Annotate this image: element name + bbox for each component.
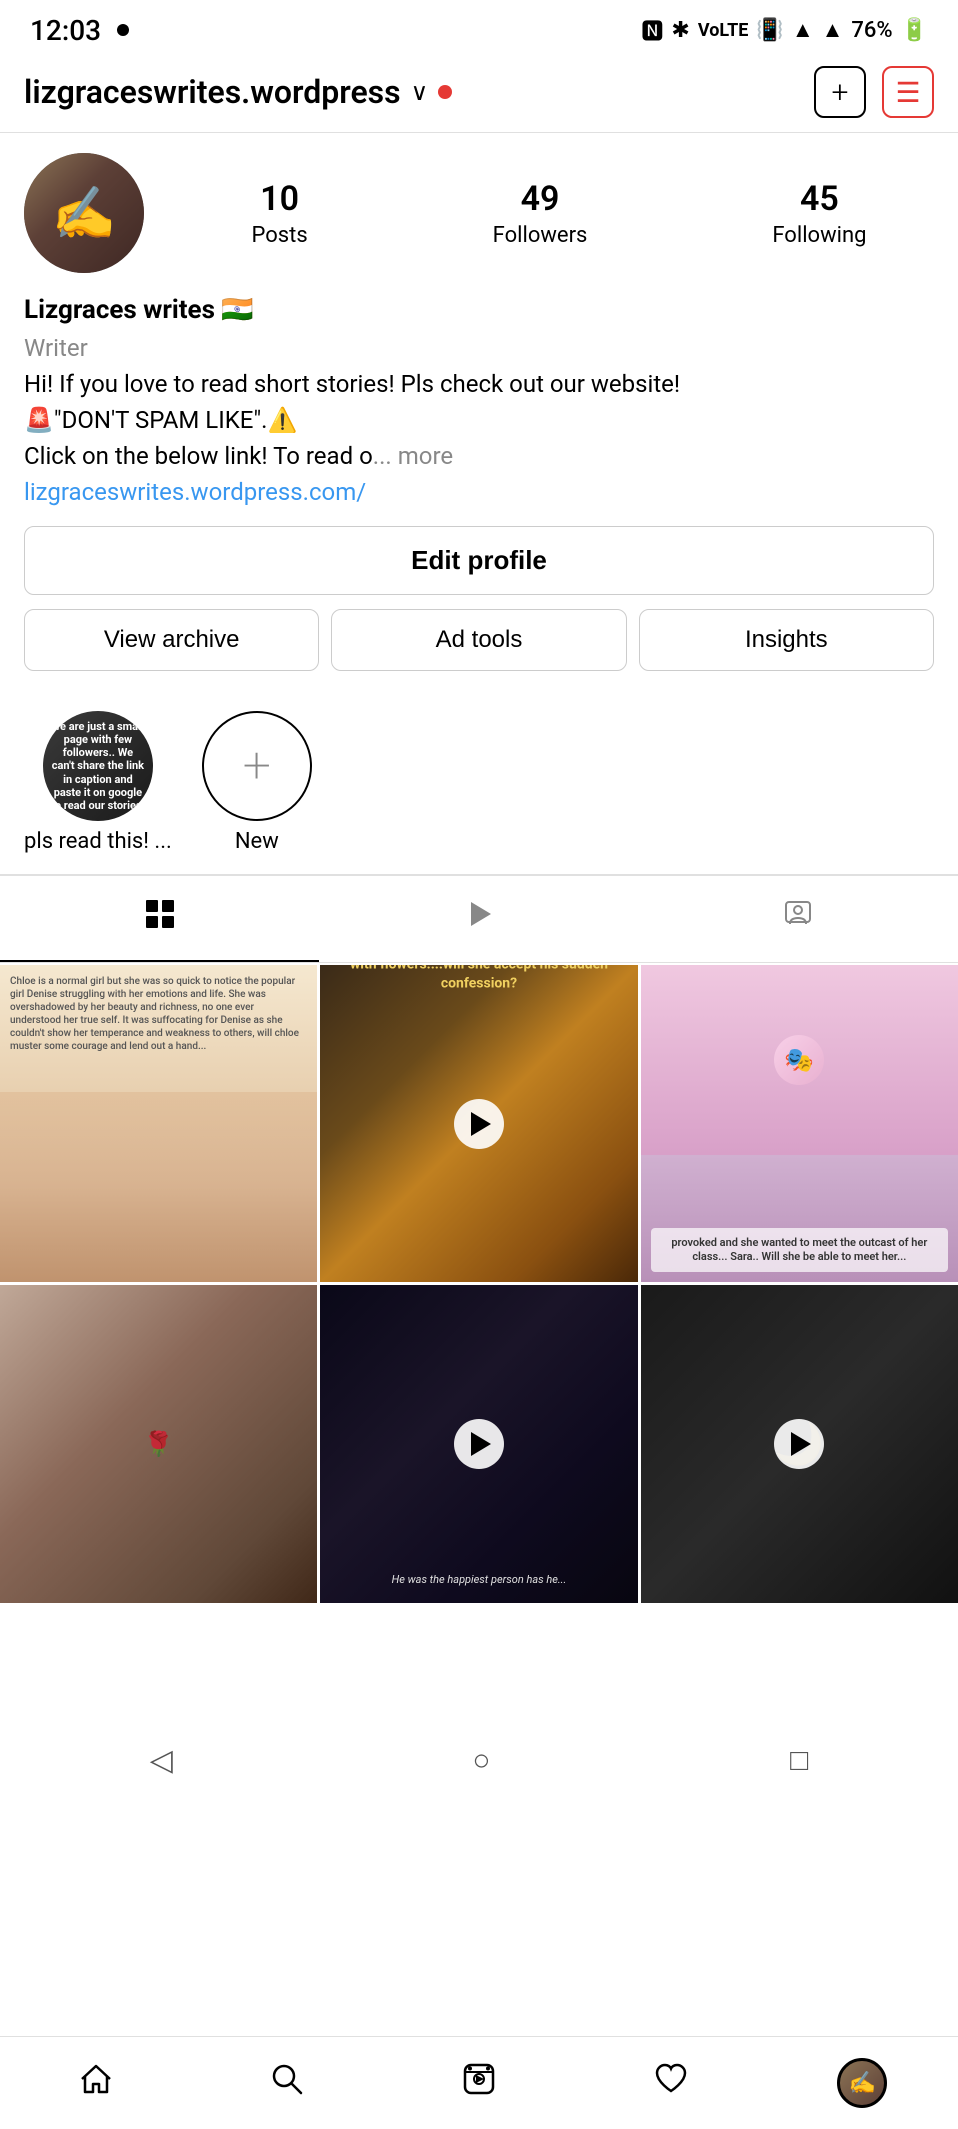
bio-category: Writer bbox=[24, 330, 934, 366]
followers-stat[interactable]: 49 Followers bbox=[493, 179, 588, 248]
avatar[interactable] bbox=[24, 153, 144, 273]
battery-icon: 🔋 bbox=[901, 18, 928, 43]
action-buttons: View archive Ad tools Insights bbox=[24, 609, 934, 671]
nav-home[interactable] bbox=[66, 2053, 126, 2113]
bluetooth-icon: ✱ bbox=[671, 18, 689, 43]
status-time: 12:03 bbox=[30, 14, 101, 47]
nfc-icon: 🅽 bbox=[641, 14, 663, 46]
profile-top: 10 Posts 49 Followers 45 Following bbox=[24, 153, 934, 273]
home-button[interactable]: ○ bbox=[472, 1743, 490, 1778]
story-item-existing[interactable]: we are just a small page with few follow… bbox=[24, 711, 172, 854]
add-post-button[interactable]: + bbox=[814, 66, 866, 118]
post-item[interactable]: He is nervous to tell about his heart to… bbox=[320, 965, 637, 1282]
story-thumb[interactable]: we are just a small page with few follow… bbox=[43, 711, 153, 821]
plus-icon: + bbox=[832, 75, 849, 110]
back-button[interactable]: ◁ bbox=[150, 1743, 173, 1778]
followers-label: Followers bbox=[493, 223, 588, 248]
bio-link[interactable]: lizgraceswrites.wordpress.com/ bbox=[24, 478, 366, 506]
story-item-new[interactable]: + New bbox=[202, 711, 312, 854]
nav-profile[interactable]: ✍ bbox=[832, 2053, 892, 2113]
stories-section: we are just a small page with few follow… bbox=[0, 701, 958, 874]
bio: Lizgraces writes 🇮🇳 Writer Hi! If you lo… bbox=[24, 291, 934, 510]
status-icons: 🅽 ✱ VoLTE 📳 ▲ ▲ 76% 🔋 bbox=[641, 14, 928, 46]
wifi-icon: ▲ bbox=[792, 17, 814, 43]
following-stat[interactable]: 45 Following bbox=[772, 179, 866, 248]
following-count: 45 bbox=[800, 179, 839, 219]
tagged-icon bbox=[782, 898, 814, 938]
posts-label: Posts bbox=[251, 223, 307, 248]
nav-search[interactable] bbox=[257, 2053, 317, 2113]
profile-section: 10 Posts 49 Followers 45 Following Lizgr… bbox=[0, 133, 958, 701]
posts-grid: Chloe is a normal girl but she was so qu… bbox=[0, 965, 958, 1603]
profile-avatar-image: ✍ bbox=[848, 2071, 875, 2096]
post-item[interactable]: provoked and she wanted to meet the outc… bbox=[641, 965, 958, 1282]
vibrate-icon: 📳 bbox=[756, 18, 783, 43]
post-text: He is nervous to tell about his heart to… bbox=[320, 965, 637, 1006]
followers-count: 49 bbox=[521, 179, 560, 219]
status-bar: 12:03 🅽 ✱ VoLTE 📳 ▲ ▲ 76% 🔋 bbox=[0, 0, 958, 56]
grid-icon bbox=[144, 898, 176, 938]
profile-avatar[interactable]: ✍ bbox=[837, 2058, 887, 2108]
bio-text-3-content: Click on the below link! To read o bbox=[24, 442, 373, 470]
post-item[interactable]: He was the happiest person has he... bbox=[320, 1285, 637, 1602]
profile-buttons: Edit profile View archive Ad tools Insig… bbox=[24, 526, 934, 671]
recents-button[interactable]: □ bbox=[790, 1743, 808, 1778]
tab-tagged[interactable] bbox=[639, 876, 958, 962]
new-story-button[interactable]: + bbox=[202, 711, 312, 821]
plus-icon: + bbox=[243, 737, 271, 795]
play-triangle-icon-3 bbox=[791, 1432, 811, 1456]
play-triangle-icon-2 bbox=[471, 1432, 491, 1456]
volte-icon: VoLTE bbox=[698, 20, 749, 41]
reels-icon bbox=[463, 898, 495, 938]
battery-text: 76% bbox=[851, 18, 892, 43]
hamburger-icon: ☰ bbox=[895, 76, 920, 109]
system-nav: ◁ ○ □ bbox=[0, 1723, 958, 1788]
status-left: 12:03 bbox=[30, 14, 129, 47]
avatar-image bbox=[24, 153, 144, 273]
username-label: lizgraceswrites.wordpress bbox=[24, 73, 401, 111]
header-left[interactable]: lizgraceswrites.wordpress ∨ bbox=[24, 73, 452, 111]
ad-tools-button[interactable]: Ad tools bbox=[331, 609, 626, 671]
view-archive-button[interactable]: View archive bbox=[24, 609, 319, 671]
more-button[interactable]: ... more bbox=[373, 442, 453, 470]
stats-container: 10 Posts 49 Followers 45 Following bbox=[184, 179, 934, 248]
home-icon bbox=[78, 2061, 114, 2106]
nav-reels[interactable] bbox=[449, 2053, 509, 2113]
play-button-2[interactable] bbox=[454, 1419, 504, 1469]
story-thumb-image: we are just a small page with few follow… bbox=[43, 711, 153, 821]
bio-text-2: 🚨"DON'T SPAM LIKE".⚠️ bbox=[24, 402, 934, 438]
header: lizgraceswrites.wordpress ∨ + ☰ bbox=[0, 56, 958, 133]
posts-count: 10 bbox=[260, 179, 299, 219]
insights-button[interactable]: Insights bbox=[639, 609, 934, 671]
bio-text-1: Hi! If you love to read short stories! P… bbox=[24, 366, 934, 402]
search-icon bbox=[269, 2061, 305, 2106]
new-story-label: New bbox=[235, 829, 279, 854]
nav-heart[interactable] bbox=[641, 2053, 701, 2113]
status-dot bbox=[117, 24, 129, 36]
menu-button[interactable]: ☰ bbox=[882, 66, 934, 118]
header-icons: + ☰ bbox=[814, 66, 934, 118]
bottom-nav: ✍ bbox=[0, 2036, 958, 2129]
tab-grid[interactable] bbox=[0, 876, 319, 962]
signal-icon: ▲ bbox=[822, 17, 844, 43]
notification-dot bbox=[438, 85, 452, 99]
tab-reels[interactable] bbox=[319, 876, 638, 962]
story-label: pls read this! ... bbox=[24, 829, 172, 854]
post-item[interactable]: 🌹 bbox=[0, 1285, 317, 1602]
bio-name: Lizgraces writes 🇮🇳 bbox=[24, 291, 934, 330]
tab-bar bbox=[0, 875, 958, 963]
play-button-3[interactable] bbox=[774, 1419, 824, 1469]
reels-nav-icon bbox=[461, 2061, 497, 2106]
following-label: Following bbox=[772, 223, 866, 248]
play-button[interactable] bbox=[454, 1099, 504, 1149]
heart-icon bbox=[653, 2061, 689, 2106]
play-triangle-icon bbox=[471, 1112, 491, 1136]
chevron-down-icon[interactable]: ∨ bbox=[411, 78, 429, 106]
bio-text-3: Click on the below link! To read o... mo… bbox=[24, 438, 934, 474]
post-item[interactable]: Chloe is a normal girl but she was so qu… bbox=[0, 965, 317, 1282]
edit-profile-button[interactable]: Edit profile bbox=[24, 526, 934, 595]
post-item[interactable]: 🌙 bbox=[641, 1285, 958, 1602]
posts-stat[interactable]: 10 Posts bbox=[251, 179, 307, 248]
